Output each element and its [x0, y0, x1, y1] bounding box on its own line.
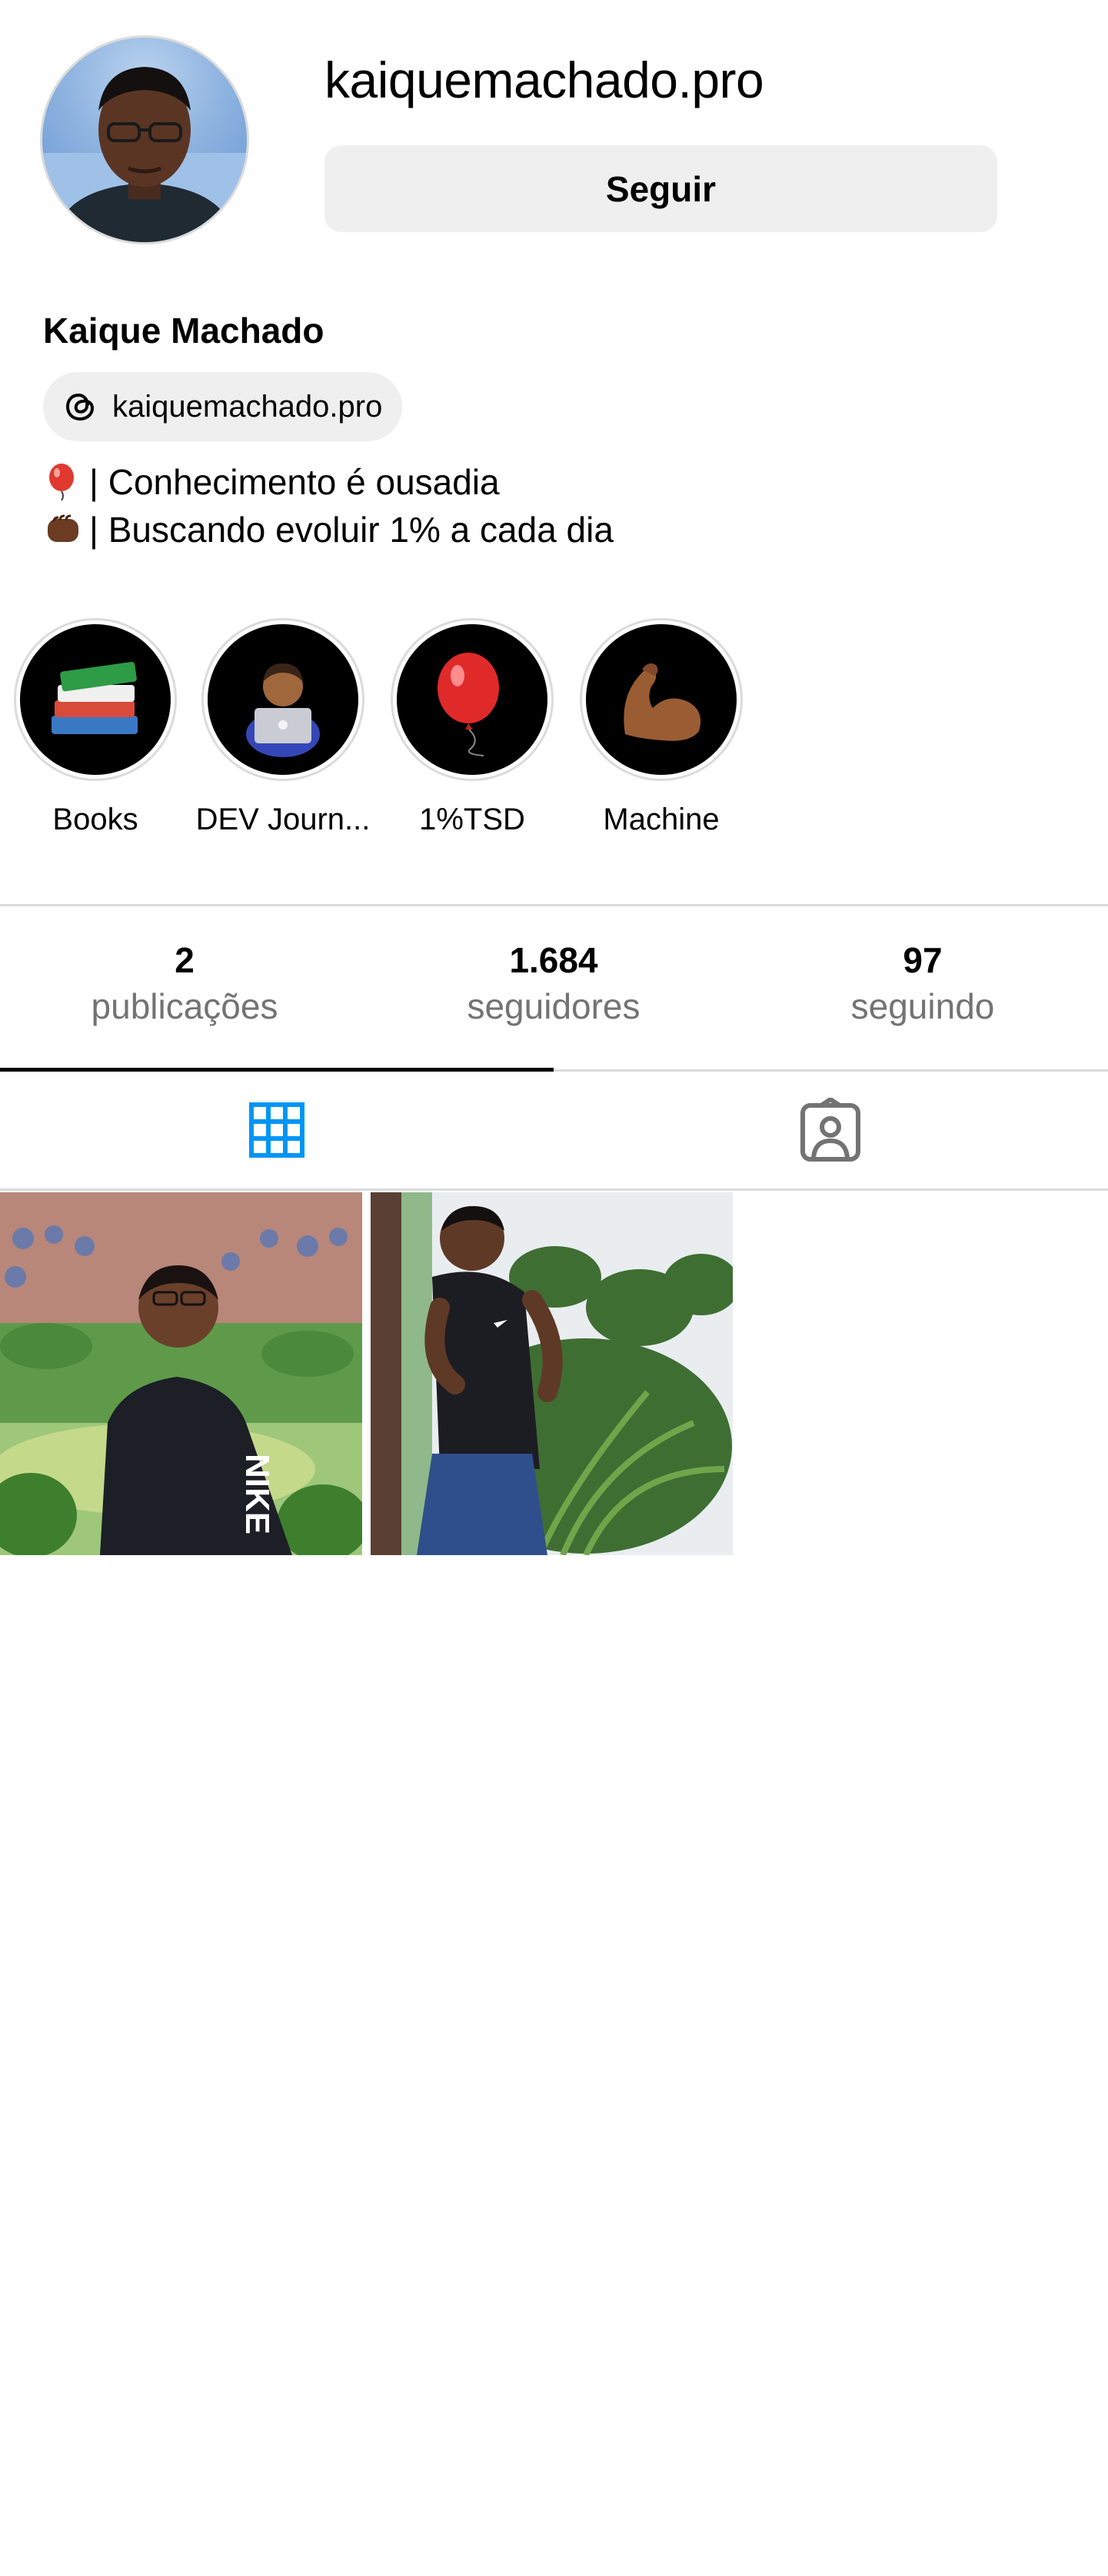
stat-following-label: seguindo: [850, 986, 995, 1026]
avatar-portrait: [42, 67, 247, 242]
bio-text-1: | Conhecimento é ousadia: [89, 462, 500, 502]
bio-text-2: | Buscando evoluir 1% a cada dia: [89, 510, 614, 550]
flexed-biceps-icon: [624, 663, 701, 741]
post-image-1: NIKE: [0, 1192, 362, 1555]
highlight-books[interactable]: Books: [3, 618, 188, 837]
stat-posts-count: 2: [175, 940, 195, 980]
profile-avatar[interactable]: [40, 35, 249, 244]
post-thumbnail-2[interactable]: [371, 1192, 733, 1555]
stat-followers-count: 1.684: [509, 940, 598, 980]
tabs-bottom-divider: [0, 1188, 1108, 1191]
threads-icon: [65, 393, 95, 421]
threads-link[interactable]: kaiquemachado.pro: [43, 372, 403, 441]
highlight-cover: [20, 624, 171, 775]
red-balloon-icon: [438, 653, 499, 756]
stat-posts: 2 publicações: [0, 939, 369, 1027]
highlight-label: Machine: [603, 803, 720, 836]
stat-followers-label: seguidores: [467, 986, 641, 1026]
tab-grid[interactable]: [0, 1072, 554, 1188]
stat-following[interactable]: 97 seguindo: [738, 939, 1107, 1027]
profile-username: kaiquemachado.pro: [324, 52, 764, 108]
highlight-cover: [397, 624, 547, 775]
books-icon: [52, 661, 138, 734]
tagged-person-icon: [800, 1098, 860, 1162]
bio-line-2: | Buscando evoluir 1% a cada dia: [43, 509, 614, 550]
highlight-dev-journey[interactable]: DEV Journ...: [191, 618, 375, 837]
stat-following-count: 97: [903, 940, 943, 980]
highlight-cover: [208, 624, 358, 775]
bio-line-1: | Conhecimento é ousadia: [43, 461, 500, 503]
highlight-ring: [580, 618, 743, 781]
highlight-label: DEV Journ...: [195, 803, 371, 836]
highlight-cover: [586, 624, 737, 775]
technologist-icon: [246, 663, 320, 757]
stat-posts-label: publicações: [91, 986, 278, 1026]
post-image-2: [371, 1192, 733, 1555]
highlight-machine[interactable]: Machine: [569, 618, 754, 837]
highlight-ring: [14, 618, 177, 781]
tab-tagged[interactable]: [554, 1072, 1107, 1188]
highlight-label: 1%TSD: [419, 803, 525, 836]
threads-handle: kaiquemachado.pro: [112, 389, 383, 424]
stat-followers[interactable]: 1.684 seguidores: [369, 939, 738, 1027]
post-thumbnail-1[interactable]: NIKE: [0, 1192, 362, 1555]
stats-divider: [0, 904, 1108, 906]
svg-text:NIKE: NIKE: [238, 1454, 276, 1534]
follow-button[interactable]: Seguir: [324, 145, 997, 232]
highlight-ring: [391, 618, 554, 781]
grid-icon: [249, 1102, 304, 1158]
highlight-label: Books: [52, 803, 138, 836]
fist-bump-emoji-icon: [48, 514, 78, 542]
highlight-1-percent[interactable]: 1%TSD: [380, 618, 564, 837]
highlight-ring: [201, 618, 364, 781]
balloon-emoji-icon: [49, 464, 74, 501]
profile-full-name: Kaique Machado: [43, 311, 324, 351]
